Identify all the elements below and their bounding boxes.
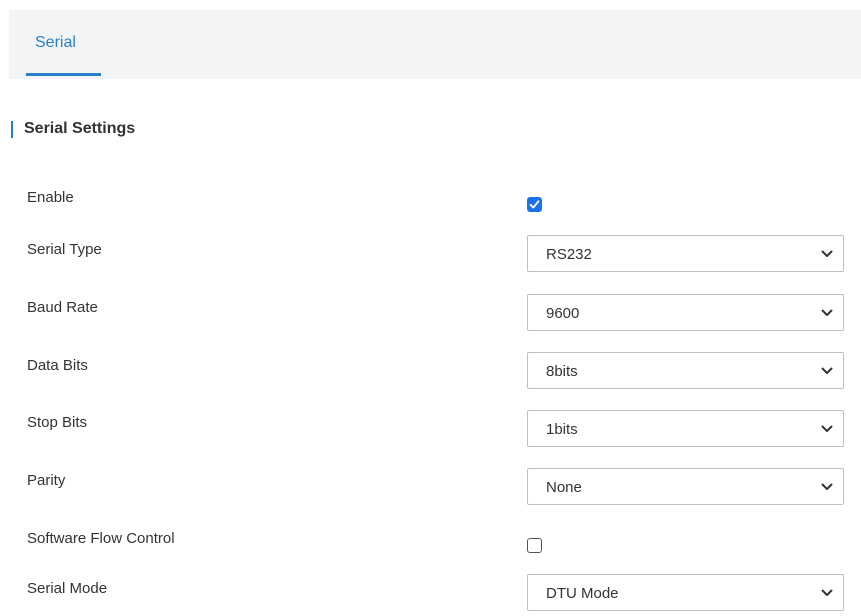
stop-bits-row: Stop Bits 1bits xyxy=(0,410,861,450)
data-bits-value: 8bits xyxy=(546,363,578,380)
parity-row: Parity None xyxy=(0,468,861,508)
section-title: Serial Settings xyxy=(24,120,136,137)
parity-value: None xyxy=(546,479,582,496)
data-bits-label: Data Bits xyxy=(27,357,88,374)
check-icon xyxy=(529,200,540,209)
enable-row: Enable xyxy=(0,186,861,226)
tab-bar: Serial xyxy=(9,10,861,79)
enable-label: Enable xyxy=(27,189,74,206)
serial-type-select[interactable]: RS232 xyxy=(527,235,844,272)
chevron-down-icon xyxy=(821,589,833,596)
data-bits-select[interactable]: 8bits xyxy=(527,352,844,389)
serial-type-row: Serial Type RS232 xyxy=(0,235,861,275)
chevron-down-icon xyxy=(821,483,833,490)
serial-mode-select[interactable]: DTU Mode xyxy=(527,574,844,611)
baud-rate-label: Baud Rate xyxy=(27,299,98,316)
enable-checkbox[interactable] xyxy=(527,197,542,212)
baud-rate-row: Baud Rate 9600 xyxy=(0,294,861,334)
serial-type-label: Serial Type xyxy=(27,241,102,258)
serial-mode-value: DTU Mode xyxy=(546,585,619,602)
tab-serial-label: Serial xyxy=(35,34,76,51)
baud-rate-select[interactable]: 9600 xyxy=(527,294,844,331)
software-flow-control-label: Software Flow Control xyxy=(27,530,175,547)
tab-serial[interactable]: Serial xyxy=(26,10,101,79)
chevron-down-icon xyxy=(821,309,833,316)
parity-label: Parity xyxy=(27,472,66,489)
software-flow-control-row: Software Flow Control xyxy=(0,528,861,568)
serial-type-value: RS232 xyxy=(546,246,592,263)
serial-mode-row: Serial Mode DTU Mode xyxy=(0,574,861,614)
stop-bits-value: 1bits xyxy=(546,421,578,438)
parity-select[interactable]: None xyxy=(527,468,844,505)
section-accent-bar xyxy=(11,121,13,138)
serial-mode-label: Serial Mode xyxy=(27,580,108,597)
stop-bits-select[interactable]: 1bits xyxy=(527,410,844,447)
chevron-down-icon xyxy=(821,367,833,374)
stop-bits-label: Stop Bits xyxy=(27,414,88,431)
data-bits-row: Data Bits 8bits xyxy=(0,352,861,392)
baud-rate-value: 9600 xyxy=(546,305,580,322)
chevron-down-icon xyxy=(821,250,833,257)
software-flow-control-checkbox[interactable] xyxy=(527,538,542,553)
active-tab-indicator xyxy=(26,73,101,76)
chevron-down-icon xyxy=(821,425,833,432)
